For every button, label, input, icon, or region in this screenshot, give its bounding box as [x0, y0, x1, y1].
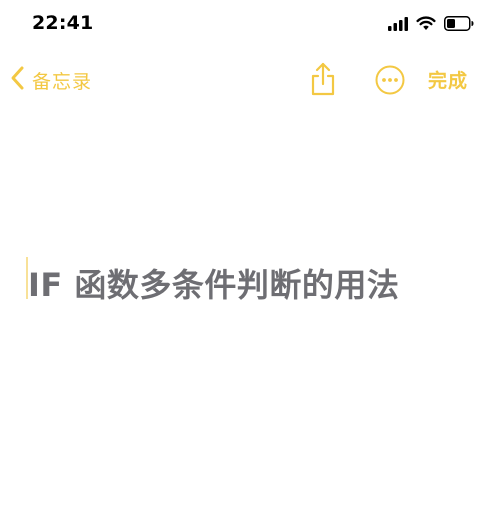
status-bar: 22:41: [0, 0, 490, 50]
share-button[interactable]: [306, 60, 340, 98]
wifi-icon: [416, 15, 436, 35]
cellular-signal-icon: [388, 16, 408, 35]
more-icon: [374, 65, 406, 100]
nav-bar: 备忘录 完成: [0, 58, 490, 104]
status-icons: [388, 14, 474, 36]
battery-icon: [444, 15, 474, 35]
status-time: 22:41: [32, 12, 94, 34]
share-icon: [306, 62, 340, 102]
note-editor[interactable]: IF 函数多条件判断的用法: [0, 104, 490, 510]
done-button[interactable]: 完成: [428, 66, 468, 93]
more-button[interactable]: [374, 64, 406, 96]
back-label: 备忘录: [32, 70, 93, 93]
note-title[interactable]: IF 函数多条件判断的用法: [28, 260, 399, 306]
chevron-left-icon: [8, 65, 26, 95]
back-button[interactable]: 备忘录: [8, 64, 92, 96]
